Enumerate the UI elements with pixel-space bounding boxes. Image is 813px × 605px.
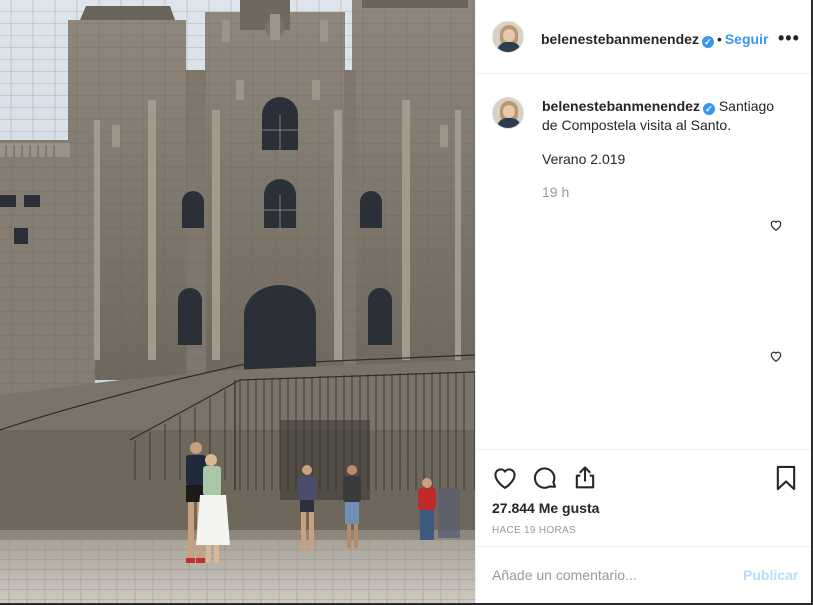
cathedral-photo xyxy=(0,0,475,603)
post-header: belenestebanmenendez ✓ • Seguir ••• xyxy=(476,0,811,74)
comment-input[interactable] xyxy=(492,563,712,587)
comment-like-heart-icon[interactable] xyxy=(769,349,783,363)
username-link[interactable]: belenestebanmenendez xyxy=(541,31,699,47)
post-side-panel: belenestebanmenendez ✓ • Seguir ••• belenes… xyxy=(475,0,811,603)
bookmark-icon[interactable] xyxy=(772,464,800,492)
verified-badge-icon: ✓ xyxy=(701,36,714,48)
caption-avatar[interactable] xyxy=(492,97,524,129)
likes-count[interactable]: 27.844 Me gusta xyxy=(492,500,599,516)
post-actions: 27.844 Me gusta HACE 19 HORAS Publicar xyxy=(476,449,811,604)
caption-username-link[interactable]: belenestebanmenendez xyxy=(542,98,700,114)
comment-icon[interactable] xyxy=(531,464,559,492)
caption-line-2: Verano 2.019 xyxy=(542,151,626,167)
comment-bar: Publicar xyxy=(476,546,811,605)
post-caption: belenestebanmenendez ✓ Santiago de Compos… xyxy=(542,97,782,169)
caption-time[interactable]: 19 h xyxy=(542,184,569,200)
separator-dot: • xyxy=(716,31,722,47)
post-modal: belenestebanmenendez ✓ • Seguir ••• belenes… xyxy=(0,0,811,603)
header-user: belenestebanmenendez ✓ • Seguir xyxy=(541,31,768,49)
publish-button[interactable]: Publicar xyxy=(743,567,798,583)
follow-button[interactable]: Seguir xyxy=(725,31,769,47)
share-icon[interactable] xyxy=(571,464,599,492)
avatar[interactable] xyxy=(492,21,524,53)
caption-like-heart-icon[interactable] xyxy=(769,218,783,232)
heart-icon[interactable] xyxy=(491,464,519,492)
more-options-icon[interactable]: ••• xyxy=(778,28,800,49)
post-timestamp[interactable]: HACE 19 HORAS xyxy=(492,525,576,536)
caption-verified-badge-icon: ✓ xyxy=(702,103,715,115)
post-photo[interactable] xyxy=(0,0,475,603)
